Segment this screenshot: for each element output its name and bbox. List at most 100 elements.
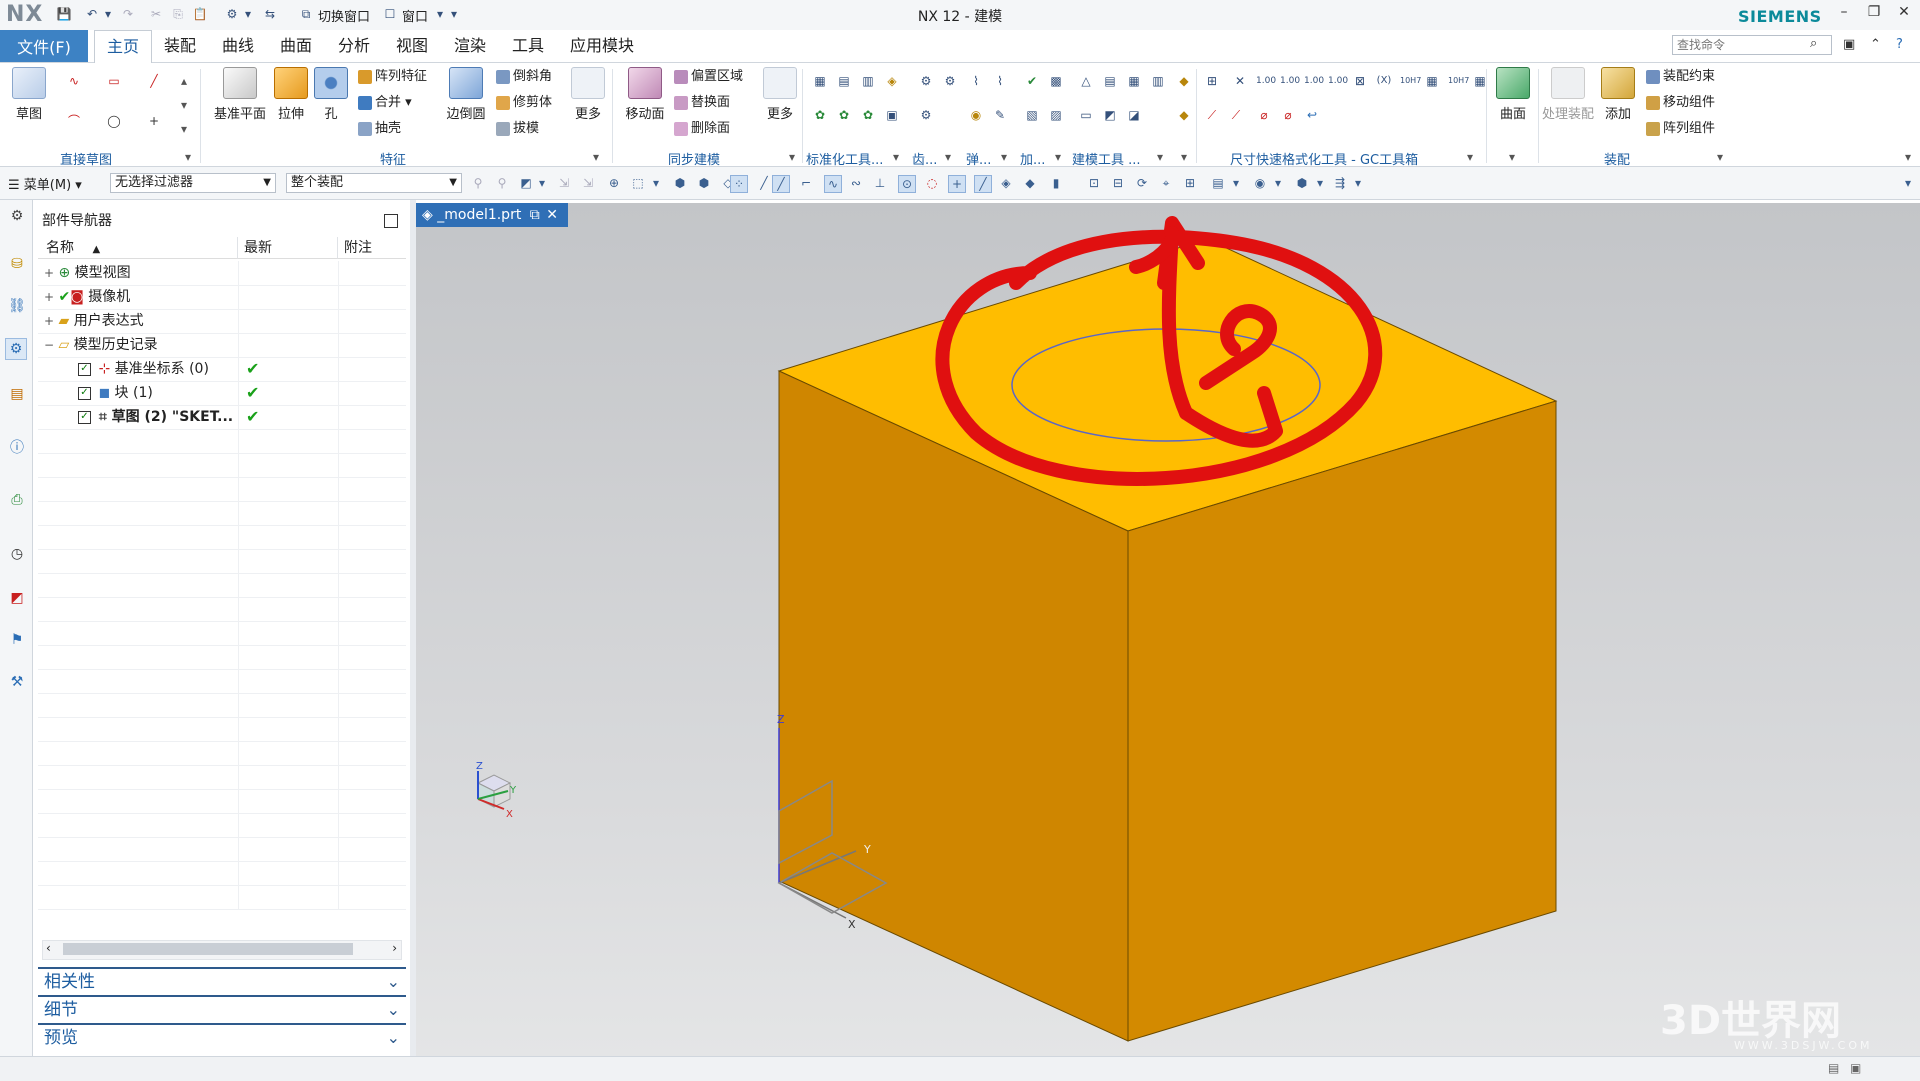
group-add-ins-dropdown-icon[interactable]: ▾ xyxy=(1050,149,1066,165)
chevron-down-icon[interactable]: ▾ xyxy=(1350,175,1366,191)
point-icon[interactable]: + xyxy=(146,113,162,129)
snap-icon[interactable]: ∾ xyxy=(848,175,864,191)
chevron-down-icon[interactable]: ▾ xyxy=(1312,175,1328,191)
scroll-up-icon[interactable]: ▴ xyxy=(176,73,192,89)
snap-icon[interactable]: ◌ xyxy=(924,175,940,191)
group-assembly-dropdown-icon[interactable]: ▾ xyxy=(1712,149,1728,165)
group-direct-sketch-dropdown-icon[interactable]: ▾ xyxy=(180,149,196,165)
snap-icon[interactable]: ╱ xyxy=(756,175,772,191)
group-std-tools[interactable]: 标准化工具... xyxy=(806,149,883,168)
reuse-library-icon[interactable]: ▤ xyxy=(7,384,27,404)
tree-item-block[interactable]: ✓ ◼ 块 (1) xyxy=(78,381,153,405)
customize-quick-access-icon[interactable]: ▾ xyxy=(446,6,462,22)
modeling-tool-icon[interactable]: ▤ xyxy=(1102,73,1118,89)
view-icon[interactable]: ⊟ xyxy=(1110,175,1126,191)
view-icon[interactable]: ⇶ xyxy=(1332,175,1348,191)
std-tool-icon[interactable]: ◈ xyxy=(884,73,900,89)
sketch-button[interactable]: 草图 xyxy=(6,67,52,122)
modeling-tool-icon[interactable]: △ xyxy=(1078,73,1094,89)
constraint-navigator-icon[interactable]: ⛓ xyxy=(7,296,27,316)
chevron-down-icon[interactable]: ▾ xyxy=(1900,175,1916,191)
gc-tool-icon[interactable]: ✕ xyxy=(1232,73,1248,89)
visibility-checkbox[interactable]: ✓ xyxy=(78,410,91,424)
datum-plane-button[interactable]: 基准平面 xyxy=(212,67,268,122)
minimize-button[interactable]: – xyxy=(1830,4,1858,26)
column-notes-header[interactable]: 附注 xyxy=(338,237,406,259)
redo-icon[interactable]: ↷ xyxy=(120,6,136,22)
ribbon-options-dropdown-icon[interactable]: ▾ xyxy=(1900,149,1916,165)
draft-button[interactable]: 拔模 xyxy=(496,119,539,139)
unite-button[interactable]: 合并 ▾ xyxy=(358,93,412,113)
spring-tool-icon[interactable]: ⌇ xyxy=(968,73,984,89)
line-icon[interactable]: ╱ xyxy=(146,73,162,89)
gc-tool-icon[interactable]: ⊞ xyxy=(1204,73,1220,89)
snap-icon[interactable]: ∿ xyxy=(824,175,842,193)
gc-tool-icon[interactable]: 1.00 xyxy=(1256,73,1276,89)
group-feature[interactable]: 特征 xyxy=(380,149,406,168)
move-component-button[interactable]: 移动组件 xyxy=(1646,93,1715,113)
trim-body-button[interactable]: 修剪体 xyxy=(496,93,552,113)
repeat-command-icon[interactable]: ⚙ xyxy=(224,6,240,22)
expand-icon[interactable]: + xyxy=(44,285,54,309)
gc-tool-icon[interactable]: ⌀ xyxy=(1280,107,1296,123)
touch-mode-icon[interactable]: ⇆ xyxy=(262,6,278,22)
expand-icon[interactable]: + xyxy=(44,261,54,285)
modeling-tool-icon[interactable]: ◪ xyxy=(1126,107,1142,123)
part-navigator-icon[interactable]: ⚙ xyxy=(5,338,27,360)
system-scenes-icon[interactable]: ⚒ xyxy=(7,672,27,692)
gc-tool-icon[interactable]: ⊠ xyxy=(1352,73,1368,89)
panel-dependencies[interactable]: 相关性 ⌄ xyxy=(38,967,406,995)
selection-scope-select[interactable]: 整个装配 ▼ xyxy=(286,173,462,193)
snap-icon[interactable]: ⊥ xyxy=(872,175,888,191)
snap-icon[interactable]: ◆ xyxy=(1022,175,1038,191)
rectangle-icon[interactable]: ▭ xyxy=(106,73,122,89)
std-tool-icon[interactable]: ▤ xyxy=(836,73,852,89)
tab-surface[interactable]: 曲面 xyxy=(270,30,322,62)
select-icon[interactable]: ⬢ xyxy=(696,175,712,191)
tree-item-datum-csys[interactable]: ✓ ⊹ 基准坐标系 (0) xyxy=(78,357,209,381)
snap-center-icon[interactable]: ⊙ xyxy=(898,175,916,193)
modeling-tool-icon[interactable]: ▦ xyxy=(1126,73,1142,89)
chamfer-button[interactable]: 倒斜角 xyxy=(496,67,552,87)
gear-tool-icon[interactable]: ⚙ xyxy=(942,73,958,89)
group-gear[interactable]: 齿... xyxy=(912,149,937,168)
gc-tool-icon[interactable]: 10H7 xyxy=(1448,73,1469,89)
history-icon[interactable]: ⎙ xyxy=(7,490,27,510)
select-icon[interactable]: ⊕ xyxy=(606,175,622,191)
circle-icon[interactable]: ◯ xyxy=(106,113,122,129)
view-icon[interactable]: ⊞ xyxy=(1182,175,1198,191)
chevron-down-icon[interactable]: ▾ xyxy=(1228,175,1244,191)
chevron-down-icon[interactable]: ▾ xyxy=(648,175,664,191)
rectangle-select-icon[interactable]: ⬚ xyxy=(630,175,646,191)
scroll-right-icon[interactable]: › xyxy=(392,941,397,955)
snap-icon[interactable]: + xyxy=(948,175,966,193)
gc-tool-icon[interactable]: ↩ xyxy=(1304,107,1320,123)
std-tool-icon[interactable]: ✿ xyxy=(812,107,828,123)
std-tool-icon[interactable]: ▦ xyxy=(812,73,828,89)
undo-icon[interactable]: ↶ xyxy=(84,6,100,22)
add-component-button[interactable]: 添加 xyxy=(1596,67,1640,122)
restore-button[interactable]: ❐ xyxy=(1860,4,1888,26)
std-tool-icon[interactable]: ✿ xyxy=(860,107,876,123)
group-add-ins[interactable]: 加... xyxy=(1020,149,1045,168)
column-latest-header[interactable]: 最新 xyxy=(238,237,338,259)
select-icon[interactable]: ⇲ xyxy=(556,175,572,191)
scroll-down-icon[interactable]: ▾ xyxy=(176,97,192,113)
add-in-tool-icon[interactable]: ▨ xyxy=(1048,107,1064,123)
group-modeling-tools[interactable]: 建模工具 ... xyxy=(1072,149,1141,168)
tab-view[interactable]: 视图 xyxy=(386,30,438,62)
hole-button[interactable]: 孔 xyxy=(308,67,354,122)
spring-tool-icon[interactable]: ◉ xyxy=(968,107,984,123)
type-filter-select[interactable]: 无选择过滤器 ▼ xyxy=(110,173,276,193)
arc-icon[interactable]: ⌒ xyxy=(66,113,82,129)
misc-tool-icon[interactable]: ◆ xyxy=(1176,73,1192,89)
gear-tool-icon[interactable]: ⚙ xyxy=(918,73,934,89)
add-in-tool-icon[interactable]: ✔ xyxy=(1024,73,1040,89)
gc-tool-icon[interactable]: 1.00 xyxy=(1328,73,1348,89)
window-menu-button[interactable]: 窗口 xyxy=(402,6,428,25)
save-icon[interactable]: 💾 xyxy=(56,6,72,22)
view-icon[interactable]: ▤ xyxy=(1210,175,1226,191)
surface-dropdown-icon[interactable]: ▾ xyxy=(1504,149,1520,165)
gc-tool-icon[interactable]: (X) xyxy=(1376,73,1392,89)
misc-tool-icon[interactable]: ◆ xyxy=(1176,107,1192,123)
